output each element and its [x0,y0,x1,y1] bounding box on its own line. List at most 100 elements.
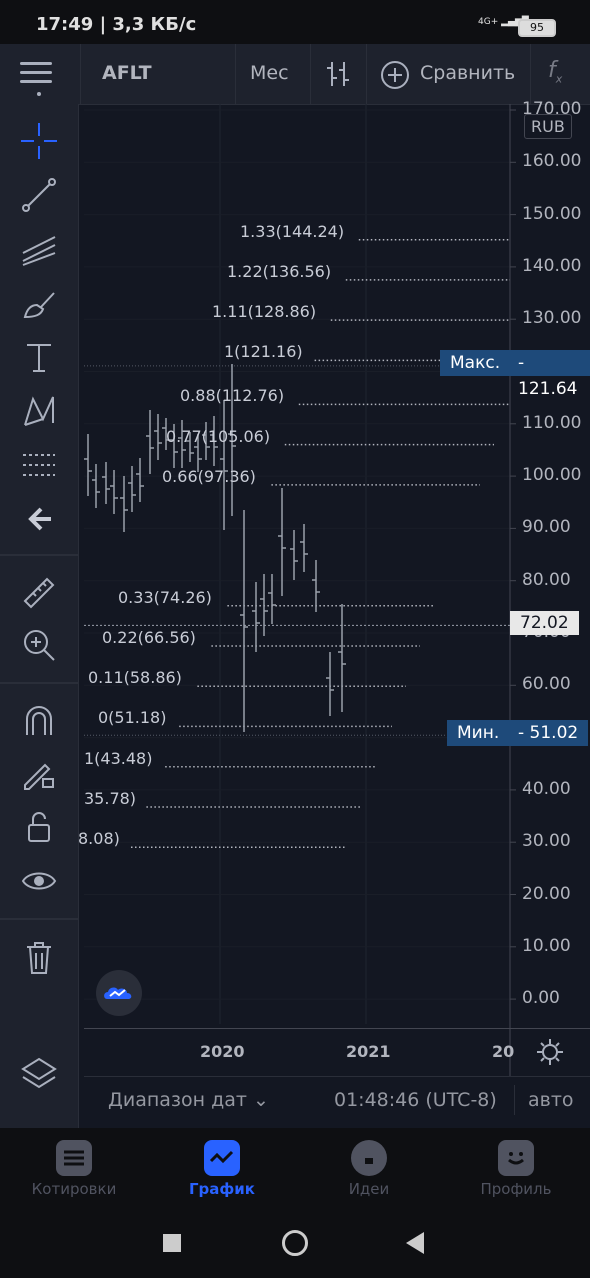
price-tick-label: 130.00 [522,308,582,329]
bulb-icon [351,1140,387,1176]
layers-icon [21,1057,57,1089]
drawing-toolbar [0,104,79,1128]
ruler-icon [23,577,55,609]
fib-level-label: 8.08) [78,829,120,849]
nav-profile[interactable]: Профиль [442,1128,590,1214]
brush-icon [23,292,55,319]
nav-ideas[interactable]: Идеи [295,1128,443,1214]
time-label: 20 [492,1042,515,1061]
unlock-icon [28,812,50,842]
divider [80,44,81,104]
trash-icon [27,942,51,974]
currency-badge[interactable]: RUB [524,114,572,139]
menu-icon[interactable] [20,62,52,92]
nav-label: График [189,1180,255,1198]
tradingview-logo-button[interactable] [96,970,142,1016]
date-range-button[interactable]: Диапазон дат ⌄ [108,1089,269,1111]
price-tick-label: 110.00 [522,412,582,433]
nav-chart[interactable]: График [148,1128,296,1214]
object-tree-tool[interactable] [16,1050,62,1096]
time-axis-line [84,1028,590,1029]
price-tick-label: 60.00 [522,674,571,695]
crosshair-tool[interactable] [16,118,62,164]
fib-level-label: 1.22(136.56) [227,261,332,281]
min-price-value: - 51.02 [508,720,589,746]
brush-tool[interactable] [16,280,62,326]
pattern-tool[interactable] [16,388,62,434]
clock-label[interactable]: 01:48:46 (UTC-8) [334,1089,497,1111]
chart-settings-icon[interactable] [536,1038,564,1066]
menu-dot [37,92,41,96]
text-icon [27,344,51,372]
fib-level-label: 0.88(112.76) [180,386,285,406]
eye-icon [21,872,57,890]
max-price-tag: Макс. [440,350,511,376]
fib-level-label: 1(43.48) [84,748,153,768]
status-bar: 17:49 | 3,3 КБ/с 4G+ ▂▄▆█ 95 [0,0,590,44]
nav-label: Идеи [348,1180,390,1198]
cloud-logo-icon [104,987,132,999]
divider [0,918,78,920]
trendline-icon [22,178,56,212]
price-tick-label: 20.00 [522,883,571,904]
battery-icon: 95 [518,19,556,37]
lock-all-tool[interactable] [16,804,62,850]
price-tick-label: 160.00 [522,151,582,172]
magnet-icon [26,706,52,735]
fib-level-label: 1(121.16) [224,342,303,362]
bottom-navigation: Котировки График Идеи Профиль [0,1128,590,1214]
fib-level-label: 0.11(58.86) [88,668,182,688]
max-price-value: - 121.64 [508,350,590,399]
lock-drawing-tool[interactable] [16,750,62,796]
indicators-icon[interactable]: fx [548,58,562,85]
nav-quotes[interactable]: Котировки [0,1128,148,1214]
delete-drawings-tool[interactable] [16,934,62,980]
fib-level-label: 0(51.18) [98,708,167,728]
compare-button[interactable]: Сравнить [420,62,515,84]
symbol-button[interactable]: AFLT [102,62,152,84]
status-time: 17:49 | 3,3 КБ/с [36,14,197,35]
fib-level-label: 0.33(74.26) [118,587,212,607]
add-compare-icon[interactable] [380,60,410,90]
interval-button[interactable]: Мес [250,62,289,84]
price-tick-label: 100.00 [522,465,582,486]
zoom-in-icon [24,630,55,661]
price-tick-label: 40.00 [522,778,571,799]
trendline-tool[interactable] [16,172,62,218]
recents-icon[interactable] [163,1234,181,1252]
date-range-bar: Диапазон дат ⌄ 01:48:46 (UTC-8) авто [84,1076,590,1127]
nav-label: Профиль [480,1180,552,1198]
text-tool[interactable] [16,334,62,380]
forecast-icon [23,454,55,476]
zoom-tool[interactable] [16,622,62,668]
divider [0,554,78,556]
hide-toolbar-button[interactable] [16,496,62,542]
home-icon[interactable] [282,1230,308,1256]
price-tick-label: 140.00 [522,255,582,276]
gann-fib-tool[interactable] [16,226,62,272]
price-tick-label: 30.00 [522,831,571,852]
nav-label: Котировки [31,1180,117,1198]
price-tick-label: 0.00 [522,988,560,1009]
price-tick-label: 90.00 [522,517,571,538]
divider [514,1085,515,1115]
divider [366,44,367,104]
measure-tool[interactable] [16,570,62,616]
profile-icon [498,1140,534,1176]
list-icon [56,1140,92,1176]
current-price-tag: 72.02 [510,611,579,635]
hide-drawings-tool[interactable] [16,858,62,904]
price-tick-label: 80.00 [522,569,571,590]
fib-level-label: 0.66(97.36) [162,466,256,486]
prediction-tool[interactable] [16,442,62,488]
auto-scale-button[interactable]: авто [528,1089,574,1111]
magnet-tool[interactable] [16,698,62,744]
system-navigation [0,1214,590,1278]
bar-chart-type-icon[interactable] [325,60,351,88]
price-chart[interactable]: 170.00160.00150.00140.00130.00120.00110.… [78,99,590,1128]
back-icon[interactable] [404,1230,426,1256]
crosshair-icon [21,123,57,159]
divider [310,44,311,104]
fib-level-label: 35.78) [84,788,137,808]
pattern-icon [24,396,54,426]
